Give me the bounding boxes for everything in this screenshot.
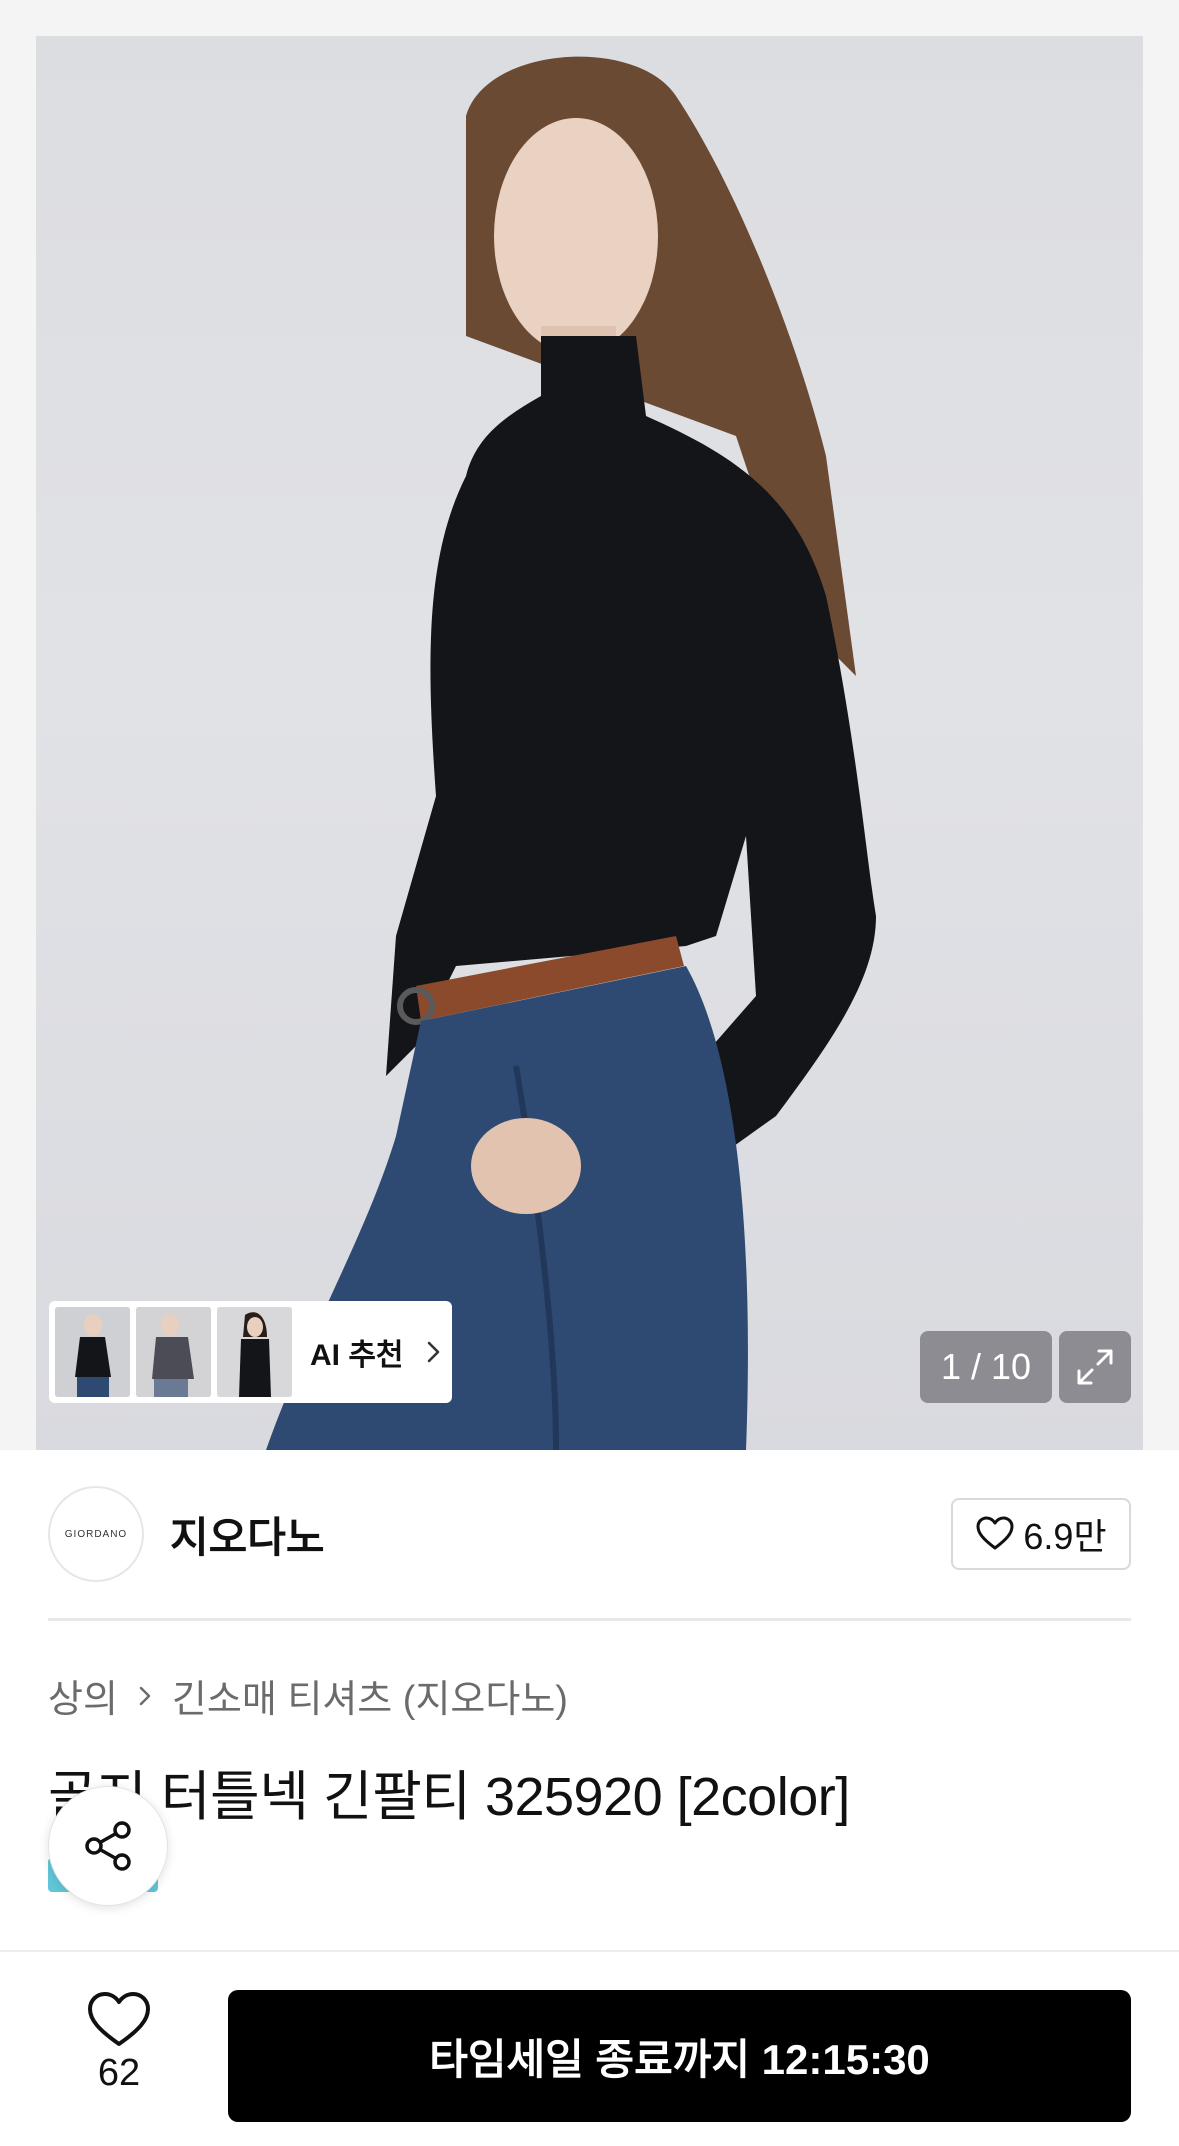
time-sale-button[interactable]: 타임세일 종료까지 12:15:30	[228, 1990, 1131, 2122]
brand-like-count: 6.9만	[1023, 1516, 1107, 1557]
breadcrumb-category[interactable]: 상의	[48, 1668, 118, 1723]
heart-icon	[88, 1992, 150, 2046]
ai-recommend-label[interactable]: AI 추천	[310, 1330, 404, 1374]
expand-icon	[1077, 1349, 1113, 1385]
breadcrumb-subcategory[interactable]: 긴소매 티셔츠 (지오다노)	[172, 1668, 568, 1723]
product-title: 골지 터틀넥 긴팔티 325920 [2color]	[48, 1767, 850, 1827]
product-photo[interactable]	[36, 36, 1143, 1450]
ai-thumb-1[interactable]	[55, 1307, 130, 1397]
breadcrumb: 상의 긴소매 티셔츠 (지오다노)	[48, 1668, 568, 1723]
expand-button[interactable]	[1059, 1331, 1131, 1403]
brand-like-button[interactable]: 6.9만	[951, 1498, 1131, 1570]
ai-thumb-2[interactable]	[136, 1307, 211, 1397]
product-gallery[interactable]: AI 추천 1 / 10	[0, 0, 1179, 1450]
wishlist-button[interactable]: 62	[70, 1990, 168, 2095]
ai-recommend-card[interactable]: AI 추천	[49, 1301, 452, 1403]
divider	[48, 1618, 1131, 1621]
wishlist-count: 62	[97, 2052, 141, 2094]
brand-row: GIORDANO 지오다노 6.9만	[48, 1486, 1131, 1582]
share-icon	[85, 1821, 131, 1871]
heart-icon	[976, 1516, 1014, 1550]
bottom-action-bar: 62 타임세일 종료까지 12:15:30	[0, 1950, 1179, 2146]
brand-logo[interactable]: GIORDANO	[48, 1486, 144, 1582]
chevron-right-icon	[139, 1686, 151, 1705]
image-pager: 1 / 10	[920, 1331, 1052, 1403]
brand-logo-text: GIORDANO	[64, 1528, 128, 1540]
ai-thumb-3[interactable]	[217, 1307, 292, 1397]
chevron-right-icon	[427, 1341, 439, 1363]
brand-name[interactable]: 지오다노	[170, 1504, 325, 1565]
share-button[interactable]	[48, 1786, 168, 1906]
